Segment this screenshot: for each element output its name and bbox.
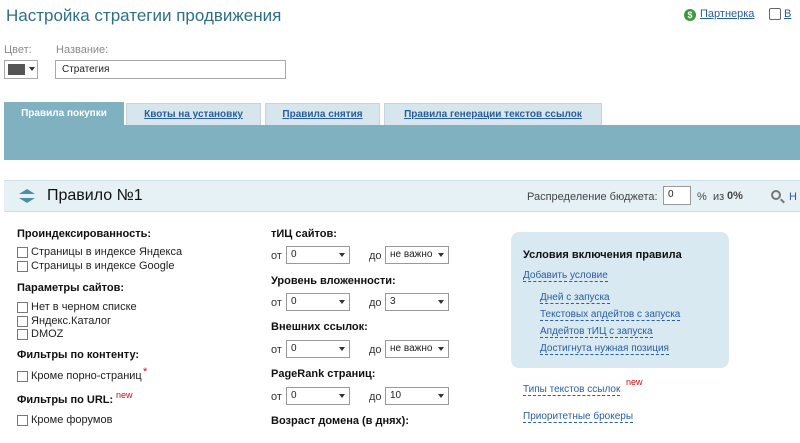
exit-icon	[769, 8, 781, 20]
select-value: 0	[291, 390, 297, 401]
checkbox-label: Кроме порно-страниц	[31, 370, 142, 382]
tab-content-band	[4, 125, 800, 160]
color-label: Цвет:	[4, 44, 32, 56]
checkbox[interactable]	[17, 302, 28, 313]
select-value: 3	[390, 296, 396, 307]
checkbox-label: Страницы в индексе Яндекса	[31, 246, 183, 258]
tic-to-select[interactable]: не важно	[385, 246, 449, 264]
tic-from-select[interactable]: 0	[286, 246, 350, 264]
partner-icon: $	[684, 9, 696, 21]
page-title: Настройка стратегии продвижения	[6, 6, 282, 25]
checkbox[interactable]	[17, 415, 28, 426]
checkbox-label: DMOZ	[31, 328, 64, 340]
budget-of-label: из	[713, 191, 725, 203]
checkbox-label: Нет в черном списке	[31, 301, 137, 313]
to-label: до	[369, 250, 382, 262]
to-label: до	[369, 344, 382, 356]
select-value: 0	[291, 249, 297, 260]
chevron-down-icon	[339, 394, 345, 398]
indexation-title: Проиндексированность:	[17, 228, 152, 240]
pr-to-select[interactable]: 10	[385, 387, 449, 405]
content-filters-title: Фильтры по контенту:	[17, 349, 140, 361]
condition-position-link[interactable]: Достигнута нужная позиция	[540, 343, 669, 355]
checkbox[interactable]	[17, 316, 28, 327]
chevron-down-icon	[438, 253, 444, 257]
depth-title: Уровень вложенности:	[271, 275, 396, 287]
select-value: 0	[291, 296, 297, 307]
new-badge: new	[116, 390, 133, 400]
ext-from-select[interactable]: 0	[286, 340, 350, 358]
search-label: Н	[789, 191, 797, 203]
budget-percent-sign: %	[697, 191, 707, 203]
to-label: до	[369, 297, 382, 309]
budget-label: Распределение бюджета:	[527, 191, 658, 203]
domain-age-title: Возраст домена (в днях):	[271, 415, 409, 427]
chevron-down-icon	[339, 253, 345, 257]
from-label: от	[271, 391, 282, 403]
expand-collapse-icon[interactable]	[18, 188, 36, 204]
chevron-down-icon	[438, 347, 444, 351]
select-value: не важно	[390, 343, 433, 354]
chevron-down-icon	[438, 394, 444, 398]
tab-install-quotas[interactable]: Квоты на установку	[126, 103, 261, 125]
select-value: 0	[291, 343, 297, 354]
condition-text-updates-link[interactable]: Текстовых апдейтов с запуска	[540, 309, 681, 321]
budget-input[interactable]: 0	[663, 186, 691, 205]
from-label: от	[271, 250, 282, 262]
color-dropdown[interactable]	[4, 60, 38, 79]
from-label: от	[271, 344, 282, 356]
from-label: от	[271, 297, 282, 309]
url-filters-title: Фильтры по URL:	[17, 394, 114, 406]
pagerank-title: PageRank страниц:	[271, 368, 376, 380]
required-star: *	[143, 366, 148, 378]
checkbox[interactable]	[17, 329, 28, 340]
checkbox[interactable]	[17, 247, 28, 258]
site-params-title: Параметры сайтов:	[17, 282, 125, 294]
link-text-types-link[interactable]: Типы текстов ссылок	[523, 384, 621, 396]
condition-days-link[interactable]: Дней с запуска	[540, 292, 610, 304]
priority-brokers-link[interactable]: Приоритетные брокеры	[523, 411, 634, 423]
tab-link-text-rules[interactable]: Правила генерации текстов ссылок	[384, 103, 602, 125]
tab-removal-rules[interactable]: Правила снятия	[265, 103, 380, 125]
checkbox-label: Кроме форумов	[31, 414, 113, 426]
chevron-down-icon	[29, 67, 35, 71]
checkbox[interactable]	[17, 371, 28, 382]
chevron-down-icon	[438, 300, 444, 304]
tic-title: тИЦ сайтов:	[271, 228, 337, 240]
rule-title: Правило №1	[47, 187, 143, 204]
chevron-down-icon	[339, 300, 345, 304]
ext-to-select[interactable]: не важно	[385, 340, 449, 358]
chevron-down-icon	[339, 347, 345, 351]
add-condition-link[interactable]: Добавить условие	[523, 270, 608, 282]
name-label: Название:	[56, 44, 109, 56]
tab-purchase-rules[interactable]: Правила покупки	[4, 102, 124, 125]
condition-tic-updates-link[interactable]: Апдейтов тИЦ с запуска	[540, 326, 653, 338]
pr-from-select[interactable]: 0	[286, 387, 350, 405]
checkbox-label: Яндекс.Каталог	[31, 315, 112, 327]
depth-from-select[interactable]: 0	[286, 293, 350, 311]
budget-total: 0%	[727, 190, 743, 202]
checkbox[interactable]	[17, 261, 28, 272]
exit-link[interactable]: В	[784, 8, 791, 20]
name-input[interactable]	[55, 60, 286, 79]
new-badge: new	[626, 377, 643, 387]
checkbox-label: Страницы в индексе Google	[31, 260, 175, 272]
color-swatch	[8, 64, 25, 75]
depth-to-select[interactable]: 3	[385, 293, 449, 311]
partner-link[interactable]: Партнерка	[700, 8, 754, 20]
search-icon[interactable]	[771, 190, 781, 200]
ext-links-title: Внешних ссылок:	[271, 321, 368, 333]
select-value: не важно	[390, 249, 433, 260]
select-value: 10	[390, 390, 402, 401]
to-label: до	[369, 391, 382, 403]
conditions-title: Условия включения правила	[523, 249, 682, 261]
